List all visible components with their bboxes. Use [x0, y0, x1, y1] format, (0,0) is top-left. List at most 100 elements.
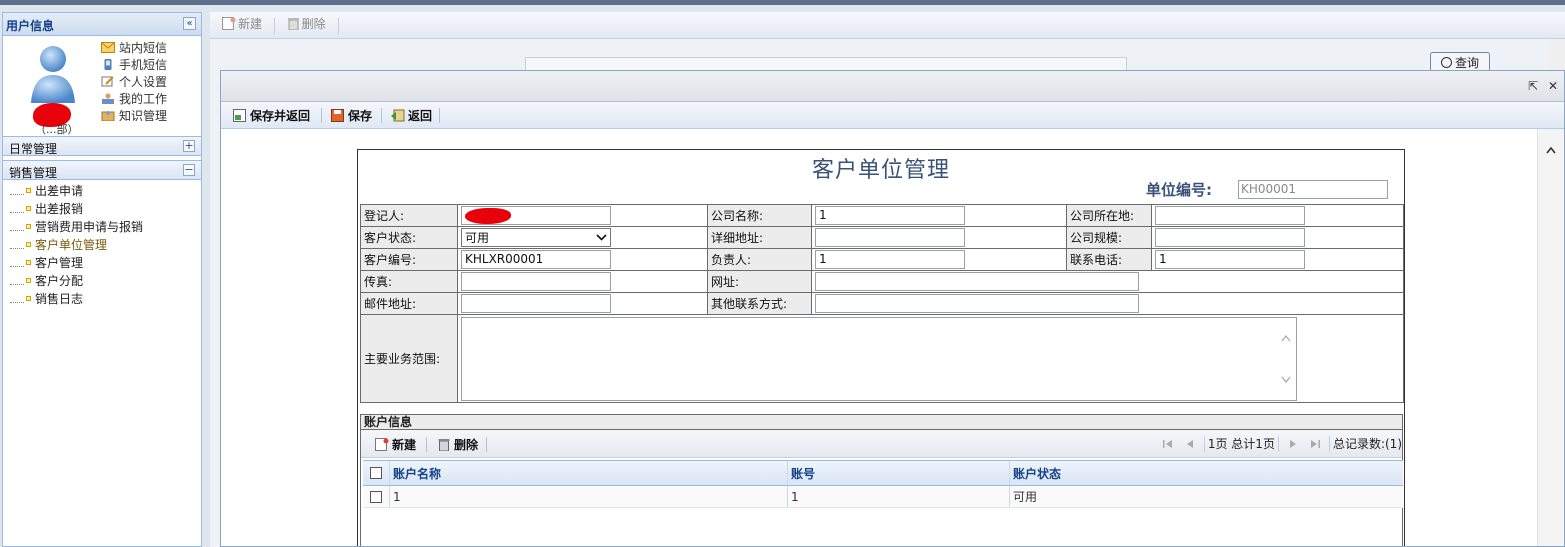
- node-icon: [26, 205, 31, 211]
- row-select-cell: [363, 486, 389, 507]
- accordion-title: 销售管理: [9, 166, 58, 180]
- node-icon: [26, 223, 31, 229]
- scroll-up-icon[interactable]: [1546, 145, 1556, 155]
- principal-field[interactable]: 1: [815, 250, 965, 269]
- unit-number-field[interactable]: KH00001: [1238, 180, 1388, 199]
- company-location-field[interactable]: [1155, 206, 1305, 225]
- save-button[interactable]: 保存: [331, 106, 372, 124]
- phone-field[interactable]: 1: [1155, 250, 1305, 269]
- scroll-down-icon[interactable]: [1281, 376, 1291, 384]
- form-table: 登记人: 公司名称: 1 公司所在地: 客户状态: 可用 详细地址: 公司规模:…: [360, 204, 1404, 403]
- link-label: 我的工作: [119, 92, 168, 106]
- node-icon: [26, 277, 31, 283]
- company-name-label: 公司名称:: [707, 204, 812, 227]
- query-button[interactable]: 查询: [1430, 52, 1490, 72]
- back-label: 返回: [408, 108, 433, 123]
- total-records: 总记录数:(1): [1332, 437, 1402, 451]
- chevron-down-icon: [596, 234, 607, 241]
- trash-icon: [438, 438, 450, 451]
- save-return-icon: [233, 108, 246, 122]
- last-page-icon[interactable]: [1310, 439, 1320, 449]
- bg-new-label: 新建: [238, 16, 263, 31]
- link-my-work[interactable]: 我的工作: [101, 90, 167, 107]
- user-work-icon: [102, 93, 114, 104]
- customer-status-select[interactable]: 可用: [461, 228, 611, 247]
- node-icon: [26, 259, 31, 265]
- tree-item-customer-assignment[interactable]: 客户分配: [10, 271, 143, 289]
- link-internal-message[interactable]: 站内短信: [101, 39, 167, 56]
- previous-page-icon[interactable]: [1185, 439, 1195, 449]
- save-label: 保存: [348, 108, 373, 123]
- accordion-daily-management[interactable]: 日常管理 +: [2, 136, 202, 156]
- principal-label: 负责人:: [707, 248, 812, 271]
- website-label: 网址:: [707, 270, 812, 293]
- customer-number-label: 客户编号:: [360, 248, 458, 271]
- email-label: 邮件地址:: [360, 292, 458, 315]
- business-scope-textarea[interactable]: [461, 316, 1297, 401]
- account-delete-button[interactable]: 删除: [437, 435, 478, 453]
- link-sms[interactable]: 手机短信: [101, 56, 167, 73]
- mobile-phone-icon: [104, 59, 112, 70]
- sales-tree: 出差申请 出差报销 营销费用申请与报销 客户单位管理 客户管理 客户分配 销售日…: [10, 181, 143, 307]
- save-and-return-button[interactable]: 保存并返回: [233, 106, 310, 124]
- registrar-label: 登记人:: [360, 204, 458, 227]
- account-delete-label: 删除: [454, 437, 479, 452]
- redacted-registrar: [465, 208, 511, 224]
- first-page-icon[interactable]: [1162, 439, 1173, 449]
- tree-item-sales-log[interactable]: 销售日志: [10, 289, 143, 307]
- column-account-number[interactable]: 账号: [787, 461, 1009, 485]
- close-icon[interactable]: ✕: [1547, 80, 1559, 92]
- back-arrow-icon: [391, 109, 405, 121]
- scroll-up-icon[interactable]: [1281, 334, 1291, 342]
- tree-item-customer-management[interactable]: 客户管理: [10, 253, 143, 271]
- address-field[interactable]: [815, 228, 965, 247]
- accordion-sales-management[interactable]: 销售管理 −: [2, 160, 202, 180]
- tree-item-customer-unit-management[interactable]: 客户单位管理: [10, 235, 143, 253]
- form-row: 登记人: 公司名称: 1 公司所在地:: [360, 204, 1404, 227]
- dialog-scrollbar[interactable]: [1537, 129, 1564, 546]
- next-page-icon[interactable]: [1288, 439, 1298, 449]
- dialog-title-bar[interactable]: ⇱ ✕: [221, 71, 1564, 102]
- user-info-title: 用户信息: [6, 19, 55, 33]
- column-account-name[interactable]: 账户名称: [389, 461, 787, 485]
- bg-new-button[interactable]: 新建: [216, 12, 268, 34]
- registrar-field[interactable]: [461, 206, 611, 225]
- account-new-button[interactable]: 新建: [375, 435, 416, 453]
- back-button[interactable]: 返回: [391, 106, 432, 124]
- floppy-disk-icon: [331, 108, 344, 122]
- dialog-toolbar: 保存并返回 保存 返回: [221, 102, 1564, 129]
- link-label: 个人设置: [119, 75, 168, 89]
- link-personal-settings[interactable]: 个人设置: [101, 73, 167, 90]
- bg-delete-button[interactable]: 删除: [281, 12, 332, 34]
- company-name-field[interactable]: 1: [815, 206, 965, 225]
- column-account-status[interactable]: 账户状态: [1009, 461, 1403, 485]
- collapse-icon[interactable]: −: [183, 164, 195, 176]
- accordion-title: 日常管理: [9, 142, 58, 156]
- background-toolbar: 新建 删除: [210, 12, 1565, 39]
- expand-icon[interactable]: +: [183, 140, 195, 152]
- search-icon: [1440, 56, 1452, 68]
- tree-item-trip-application[interactable]: 出差申请: [10, 181, 143, 199]
- account-toolbar: 新建 删除 1页 总计1页 总记录数:(1): [361, 430, 1402, 458]
- tree-item-marketing-expense[interactable]: 营销费用申请与报销: [10, 217, 143, 235]
- tree-item-trip-reimbursement[interactable]: 出差报销: [10, 199, 143, 217]
- row-checkbox[interactable]: [370, 490, 382, 503]
- other-contact-field[interactable]: [815, 294, 1139, 313]
- form-row: 邮件地址: 其他联系方式:: [360, 292, 1404, 315]
- bg-delete-label: 删除: [301, 16, 326, 31]
- website-field[interactable]: [815, 272, 1139, 291]
- company-scale-field[interactable]: [1155, 228, 1305, 247]
- account-grid-header: 账户名称 账号 账户状态: [363, 460, 1403, 486]
- customer-number-field[interactable]: KHLXR00001: [461, 250, 611, 269]
- knowledge-icon: [101, 111, 115, 121]
- table-row[interactable]: 1 1 可用: [363, 486, 1403, 508]
- account-info-section: 账户信息 新建 删除 1页 总计1页 总记录数:(1) 账户名称 账号 账户状态…: [360, 414, 1403, 546]
- select-all-checkbox[interactable]: [370, 467, 382, 479]
- email-field[interactable]: [461, 294, 611, 313]
- company-location-label: 公司所在地:: [1066, 204, 1152, 227]
- account-info-title: 账户信息: [361, 414, 1402, 430]
- maximize-icon[interactable]: ⇱: [1527, 80, 1539, 92]
- collapse-panel-icon[interactable]: «: [183, 17, 196, 30]
- fax-field[interactable]: [461, 272, 611, 291]
- link-knowledge[interactable]: 知识管理: [101, 107, 167, 124]
